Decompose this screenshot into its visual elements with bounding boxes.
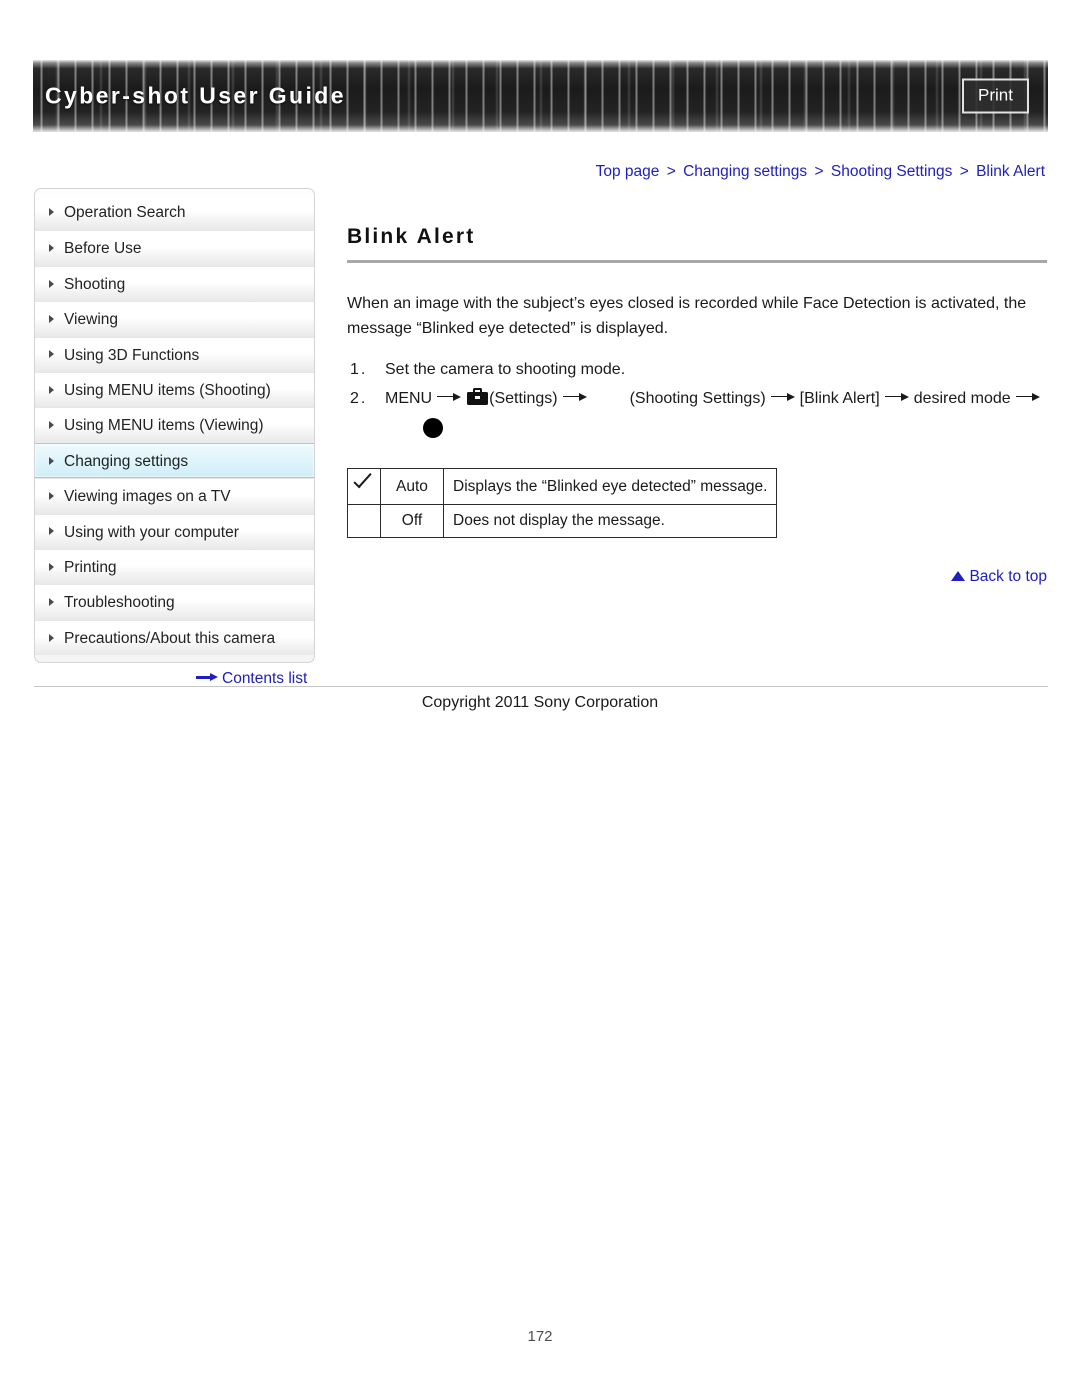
checkmark-cell (347, 468, 381, 505)
app-title: Cyber-shot User Guide (45, 82, 346, 109)
sidebar-item-label: Using MENU items (Shooting) (64, 381, 271, 399)
checkmark-cell (347, 504, 381, 538)
menu-label: MENU (385, 390, 433, 407)
sidebar-item-label: Operation Search (64, 204, 186, 221)
sidebar-item-using-with-your-computer[interactable]: Using with your computer (35, 513, 314, 549)
triangle-right-icon (49, 527, 54, 536)
sidebar-item-label: Using MENU items (Viewing) (64, 417, 264, 435)
sidebar-item-label: Printing (64, 558, 117, 576)
triangle-right-icon (49, 279, 54, 288)
sidebar-item-viewing[interactable]: Viewing (35, 301, 314, 337)
sidebar-item-label: Viewing (64, 311, 119, 329)
step-1-number: 1. (350, 361, 368, 378)
triangle-right-icon (49, 456, 54, 465)
breadcrumb-separator: > (814, 163, 824, 180)
step-2: 2. MENU (Settings) (Shooting Settings) [Blin… (347, 384, 1047, 442)
step-2-continuation (385, 413, 1047, 442)
triangle-right-icon (49, 315, 54, 324)
arrow-right-icon (884, 392, 909, 401)
triangle-right-icon (49, 562, 54, 571)
print-button[interactable]: Print (962, 78, 1029, 114)
checkmark-icon (353, 474, 375, 492)
sidebar-item-operation-search[interactable]: Operation Search (35, 195, 314, 231)
sidebar-item-label: Viewing images on a TV (64, 488, 231, 506)
breadcrumb: Top page > Changing settings > Shooting … (345, 163, 1045, 181)
sidebar-item-shooting[interactable]: Shooting (35, 265, 314, 302)
sidebar-item-label: Troubleshooting (64, 594, 175, 612)
toolbox-icon (467, 388, 489, 406)
page-number: 172 (527, 1328, 553, 1345)
sidebar-item-label: Shooting (64, 275, 126, 293)
settings-label: (Settings) (489, 390, 558, 407)
back-to-top-label: Back to top (969, 568, 1047, 585)
desired-mode-label: desired mode (913, 390, 1011, 407)
arrow-right-icon (196, 673, 218, 682)
table-row: Off Does not display the message. (347, 504, 778, 538)
sidebar-item-label: Before Use (64, 240, 142, 258)
step-1-text: Set the camera to shooting mode. (385, 361, 626, 378)
triangle-right-icon (49, 385, 54, 394)
sidebar-item-using-menu-items-viewing[interactable]: Using MENU items (Viewing) (35, 407, 314, 443)
triangle-right-icon (49, 492, 54, 501)
breadcrumb-separator: > (666, 163, 676, 180)
breadcrumb-item-blink-alert[interactable]: Blink Alert (976, 163, 1045, 180)
control-center-dot-icon (423, 417, 443, 438)
sidebar-item-precautions-about-this-camera[interactable]: Precautions/About this camera (35, 619, 314, 656)
step-1: 1. Set the camera to shooting mode. (347, 355, 1047, 384)
arrow-right-icon (770, 392, 795, 401)
sidebar-item-viewing-images-on-a-tv[interactable]: Viewing images on a TV (35, 478, 314, 514)
breadcrumb-item-changing-settings[interactable]: Changing settings (683, 163, 807, 180)
triangle-right-icon (49, 244, 54, 253)
intro-paragraph: When an image with the subject’s eyes cl… (347, 295, 1027, 337)
sidebar-item-label: Using 3D Functions (64, 346, 200, 364)
sidebar-item-using-menu-items-shooting[interactable]: Using MENU items (Shooting) (35, 371, 314, 408)
main-content: Blink Alert When an image with the subje… (347, 225, 1047, 538)
blink-alert-label: [Blink Alert] (799, 390, 880, 407)
sidebar-item-printing[interactable]: Printing (35, 548, 314, 585)
sidebar-item-changing-settings[interactable]: Changing settings (35, 442, 314, 479)
back-to-top-link[interactable]: Back to top (347, 568, 1047, 586)
heading-divider (347, 260, 1047, 263)
contents-list-label: Contents list (222, 670, 308, 687)
options-table: Auto Displays the “Blinked eye detected”… (347, 468, 778, 538)
copyright-text: Copyright 2011 Sony Corporation (421, 694, 659, 711)
sidebar-item-before-use[interactable]: Before Use (35, 230, 314, 266)
sidebar-item-label: Precautions/About this camera (64, 629, 276, 647)
breadcrumb-item-shooting-settings[interactable]: Shooting Settings (831, 163, 953, 180)
table-row: Auto Displays the “Blinked eye detected”… (347, 468, 778, 505)
sidebar-navigation: Operation Search Before Use Shooting Vie… (34, 188, 315, 664)
shooting-settings-label: (Shooting Settings) (629, 390, 766, 407)
triangle-right-icon (49, 633, 54, 642)
arrow-right-icon (1015, 392, 1040, 401)
option-description: Displays the “Blinked eye detected” mess… (442, 468, 778, 505)
step-2-number: 2. (350, 390, 368, 407)
triangle-right-icon (49, 598, 54, 607)
arrow-right-icon (437, 392, 462, 401)
sidebar-item-troubleshooting[interactable]: Troubleshooting (35, 584, 314, 620)
page-title: Blink Alert (347, 225, 476, 248)
sidebar-item-label: Using with your computer (64, 523, 239, 541)
triangle-right-icon (49, 350, 54, 359)
triangle-right-icon (49, 421, 54, 430)
arrow-right-icon (562, 392, 587, 401)
option-description: Does not display the message. (442, 504, 778, 538)
sidebar-item-using-3d-functions[interactable]: Using 3D Functions (35, 336, 314, 372)
option-label: Off (380, 504, 444, 538)
breadcrumb-item-top-page[interactable]: Top page (596, 163, 660, 180)
triangle-right-icon (49, 207, 54, 216)
footer-divider (34, 686, 1048, 687)
breadcrumb-separator: > (959, 163, 969, 180)
sidebar-item-label: Changing settings (64, 452, 189, 470)
header-banner: Cyber-shot User Guide Print (33, 60, 1048, 132)
option-label: Auto (380, 468, 444, 505)
triangle-up-icon (951, 570, 966, 581)
